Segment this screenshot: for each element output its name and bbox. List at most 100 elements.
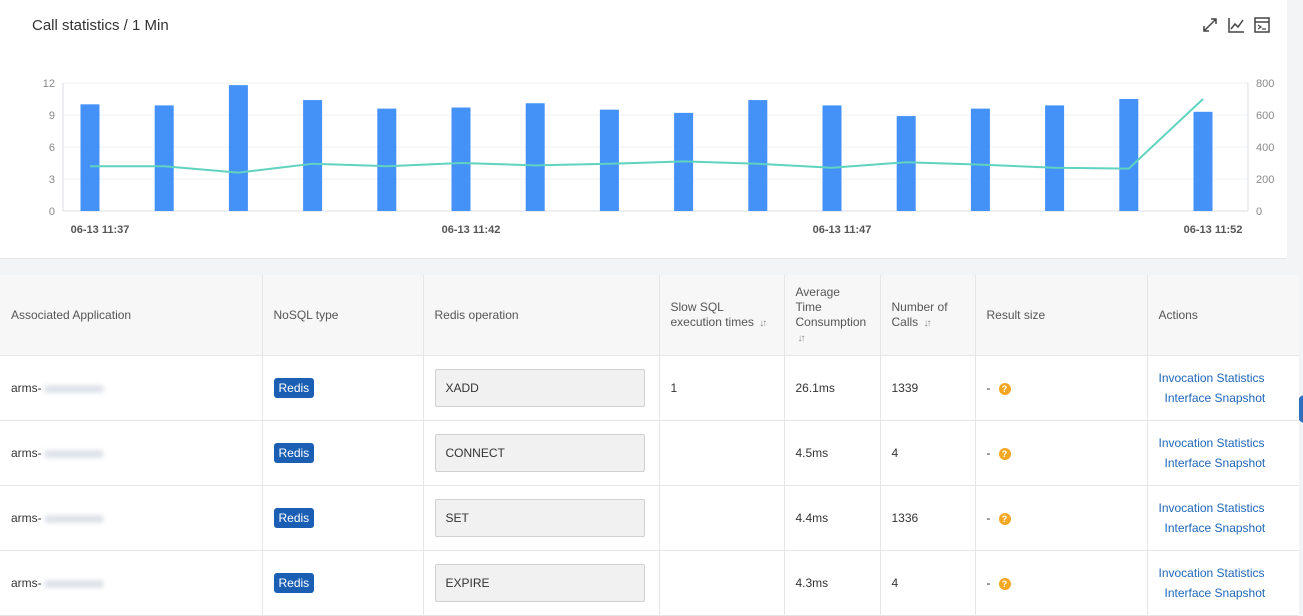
slow-sql-cell <box>659 550 785 616</box>
table-header-row: Associated Application NoSQL type Redis … <box>0 275 1299 356</box>
bar <box>303 100 323 211</box>
nosql-cell: Redis <box>262 420 424 486</box>
actions-cell: Invocation Statistics Interface Snapshot <box>1147 485 1299 551</box>
redis-badge: Redis <box>273 508 315 528</box>
table-row: arms- Redis SET 4.4ms 1336 -? Invocation… <box>0 485 1299 551</box>
nosql-cell: Redis <box>262 355 424 421</box>
header-redis-operation: Redis operation <box>423 275 660 356</box>
redacted-app-suffix <box>43 514 104 523</box>
redacted-app-suffix <box>43 449 104 458</box>
bar <box>377 108 397 211</box>
bar <box>1045 105 1065 211</box>
help-icon[interactable]: ? <box>998 577 1011 590</box>
bar <box>451 107 471 211</box>
header-nosql-type: NoSQL type <box>262 275 424 356</box>
bar <box>970 108 990 211</box>
call-statistics-chart: 0 3 6 9 12 0 200 400 600 800 06-13 11:37 06-13 11:4… <box>43 78 1275 236</box>
result-size-cell: -? <box>975 550 1148 616</box>
app-name: arms- <box>11 446 42 460</box>
help-icon[interactable]: ? <box>998 447 1011 460</box>
y-right-tick-label: 400 <box>1256 142 1274 154</box>
y-left-tick-label: 12 <box>43 78 55 90</box>
nosql-cell: Redis <box>262 485 424 551</box>
op-cell: EXPIRE <box>423 550 660 616</box>
y-right-tick-label: 600 <box>1256 110 1274 122</box>
help-icon[interactable]: ? <box>998 512 1011 525</box>
table-row: arms- Redis XADD 1 26.1ms 1339 -? Invoca… <box>0 355 1299 421</box>
actions-cell: Invocation Statistics Interface Snapshot <box>1147 420 1299 486</box>
redis-operations-table: Associated Application NoSQL type Redis … <box>0 275 1299 616</box>
header-actions: Actions <box>1147 275 1299 356</box>
redis-operations-table-wrapper: Associated Application NoSQL type Redis … <box>0 275 1299 616</box>
app-name: arms- <box>11 381 42 395</box>
redis-badge: Redis <box>273 378 315 398</box>
redis-operation-box: XADD <box>434 369 645 407</box>
x-tick-label: 06-13 11:47 <box>813 224 872 236</box>
bar <box>822 105 842 211</box>
table-row: arms- Redis CONNECT 4.5ms 4 -? Invocatio… <box>0 420 1299 486</box>
x-tick-label: 06-13 11:37 <box>71 224 130 236</box>
calls-cell: 4 <box>880 550 976 616</box>
invocation-statistics-link[interactable]: Invocation Statistics <box>1159 498 1288 518</box>
calls-cell: 1336 <box>880 485 976 551</box>
app-cell: arms- <box>0 355 263 421</box>
sort-icon[interactable]: ↓↑ <box>798 331 806 346</box>
call-statistics-card: Call statistics / 1 Min 0 3 6 9 12 0 200 400 600… <box>0 0 1287 259</box>
bar <box>1193 111 1213 211</box>
redis-operation-box: SET <box>434 499 645 537</box>
slow-sql-cell: 1 <box>659 355 785 421</box>
avg-time-cell: 4.5ms <box>784 420 881 486</box>
interface-snapshot-link[interactable]: Interface Snapshot <box>1159 583 1288 603</box>
calls-cell: 1339 <box>880 355 976 421</box>
header-slow-sql-execution-times[interactable]: Slow SQL execution times ↓↑ <box>659 275 785 356</box>
y-left-tick-label: 0 <box>49 206 55 218</box>
line-series <box>90 98 1204 174</box>
redis-operation-box: EXPIRE <box>434 564 645 602</box>
redis-badge: Redis <box>273 443 315 463</box>
nosql-cell: Redis <box>262 550 424 616</box>
bar <box>80 104 100 211</box>
actions-cell: Invocation Statistics Interface Snapshot <box>1147 550 1299 616</box>
help-icon[interactable]: ? <box>998 382 1011 395</box>
sort-icon[interactable]: ↓↑ <box>759 316 767 331</box>
slow-sql-cell <box>659 485 785 551</box>
bar <box>525 103 545 211</box>
calls-cell: 4 <box>880 420 976 486</box>
op-cell: SET <box>423 485 660 551</box>
app-cell: arms- <box>0 420 263 486</box>
header-average-time-consumption[interactable]: Average Time Consumption ↓↑ <box>784 275 881 356</box>
actions-cell: Invocation Statistics Interface Snapshot <box>1147 355 1299 421</box>
redacted-app-suffix <box>43 579 104 588</box>
app-cell: arms- <box>0 550 263 616</box>
app-name: arms- <box>11 511 42 525</box>
header-associated-application: Associated Application <box>0 275 263 356</box>
app-name: arms- <box>11 576 42 590</box>
redis-badge: Redis <box>273 573 315 593</box>
x-tick-label: 06-13 11:52 <box>1184 224 1243 236</box>
header-number-of-calls[interactable]: Number of Calls ↓↑ <box>880 275 976 356</box>
bar <box>228 85 248 211</box>
avg-time-cell: 4.3ms <box>784 550 881 616</box>
x-tick-label: 06-13 11:42 <box>442 224 501 236</box>
interface-snapshot-link[interactable]: Interface Snapshot <box>1159 518 1288 538</box>
sort-icon[interactable]: ↓↑ <box>924 316 932 331</box>
result-size-cell: -? <box>975 485 1148 551</box>
invocation-statistics-link[interactable]: Invocation Statistics <box>1159 563 1288 583</box>
app-cell: arms- <box>0 485 263 551</box>
bar <box>1119 99 1139 211</box>
redacted-app-suffix <box>43 384 104 393</box>
avg-time-cell: 4.4ms <box>784 485 881 551</box>
y-left-tick-label: 3 <box>49 174 55 186</box>
invocation-statistics-link[interactable]: Invocation Statistics <box>1159 368 1288 388</box>
avg-time-cell: 26.1ms <box>784 355 881 421</box>
y-left-tick-label: 6 <box>49 142 55 154</box>
redis-operation-box: CONNECT <box>434 434 645 472</box>
y-right-tick-label: 0 <box>1256 206 1262 218</box>
bar <box>748 100 768 211</box>
table-row: arms- Redis EXPIRE 4.3ms 4 -? Invocation… <box>0 550 1299 616</box>
invocation-statistics-link[interactable]: Invocation Statistics <box>1159 433 1288 453</box>
interface-snapshot-link[interactable]: Interface Snapshot <box>1159 388 1288 408</box>
op-cell: XADD <box>423 355 660 421</box>
interface-snapshot-link[interactable]: Interface Snapshot <box>1159 453 1288 473</box>
y-left-tick-label: 9 <box>49 110 55 122</box>
